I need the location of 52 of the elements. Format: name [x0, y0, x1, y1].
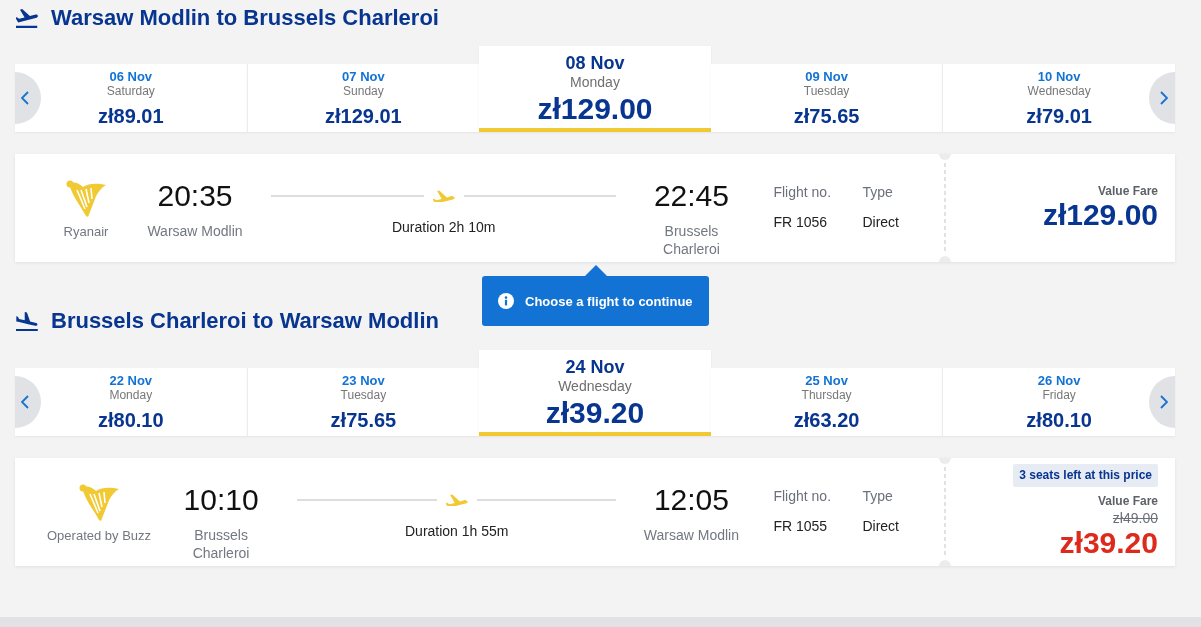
- date-tab[interactable]: 24 Nov Wednesday zł39.20: [479, 350, 711, 436]
- landing-icon: [16, 311, 38, 331]
- flight-number: FR 1056: [773, 213, 829, 231]
- chevron-left-icon: [21, 91, 29, 105]
- date-tab[interactable]: 07 Nov Sunday zł129.01: [246, 64, 480, 132]
- price: zł39.20: [1059, 526, 1158, 560]
- price: zł129.00: [1042, 198, 1158, 232]
- date-tab[interactable]: 09 Nov Tuesday zł75.65: [710, 64, 943, 132]
- date-tab[interactable]: 08 Nov Monday zł129.00: [479, 46, 711, 132]
- plane-icon: [445, 494, 468, 506]
- flight-number: FR 1055: [773, 517, 829, 535]
- arrival-time: 12:05: [653, 483, 729, 517]
- flight-number-label: Flight no.: [773, 487, 833, 505]
- fare-name: Value Fare: [1097, 184, 1158, 198]
- date-tab[interactable]: 22 Nov Monday zł80.10: [15, 368, 247, 436]
- info-icon: [498, 293, 514, 309]
- date-tab[interactable]: 06 Nov Saturday zł89.01: [15, 64, 247, 132]
- airline-name: Operated by Buzz: [47, 528, 152, 544]
- date-tab[interactable]: 23 Nov Tuesday zł75.65: [246, 368, 480, 436]
- flight-type-label: Type: [862, 487, 894, 505]
- plane-icon: [432, 190, 455, 202]
- chevron-right-icon: [1160, 395, 1168, 409]
- tooltip-text: Choose a flight to continue: [525, 293, 693, 309]
- flight-type: Direct: [862, 213, 899, 231]
- duration-text: Duration 1h 55m: [405, 523, 509, 539]
- flight-card[interactable]: Ryanair 20:35 Warsaw Modlin Duration 2h 10m 22:45 Brussels Charleroi Flight no. FR 1056 Type Direct Value Fare zł129.00: [15, 154, 1175, 262]
- flight-number-label: Flight no.: [773, 183, 833, 201]
- departure-time: 20:35: [157, 179, 233, 213]
- departure-airport: Brussels Charleroi: [191, 526, 251, 562]
- route-title: Warsaw Modlin to Brussels Charleroi: [51, 5, 439, 31]
- fare-name: Value Fare: [1097, 494, 1158, 508]
- old-price: zł49.00: [1112, 510, 1158, 526]
- flight-card[interactable]: Operated by Buzz 10:10 Brussels Charleroi Duration 1h 55m 12:05 Warsaw Modlin Flight no. FR 1055 Type Direct 3 seats left at this price Value Fare zł49.00 zł39.20: [15, 458, 1175, 566]
- route-title: Brussels Charleroi to Warsaw Modlin: [51, 308, 439, 334]
- chevron-left-icon: [21, 395, 29, 409]
- flight-type-label: Type: [862, 183, 894, 201]
- duration-text: Duration 2h 10m: [391, 219, 496, 235]
- harp-icon: [66, 180, 106, 218]
- arrival-airport: Brussels Charleroi: [662, 222, 721, 258]
- date-tab[interactable]: 25 Nov Thursday zł63.20: [710, 368, 943, 436]
- date-tab[interactable]: 26 Nov Friday zł80.10: [942, 368, 1175, 436]
- takeoff-icon: [16, 8, 38, 28]
- airline-name: Ryanair: [63, 224, 109, 240]
- date-tab[interactable]: 10 Nov Wednesday zł79.01: [942, 64, 1175, 132]
- departure-airport: Warsaw Modlin: [147, 222, 243, 240]
- seats-left-badge: 3 seats left at this price: [1013, 464, 1158, 487]
- chevron-right-icon: [1160, 91, 1168, 105]
- departure-time: 10:10: [183, 483, 259, 517]
- flight-type: Direct: [862, 517, 899, 535]
- arrival-airport: Warsaw Modlin: [643, 526, 739, 544]
- arrival-time: 22:45: [653, 179, 729, 213]
- harp-icon: [79, 484, 120, 522]
